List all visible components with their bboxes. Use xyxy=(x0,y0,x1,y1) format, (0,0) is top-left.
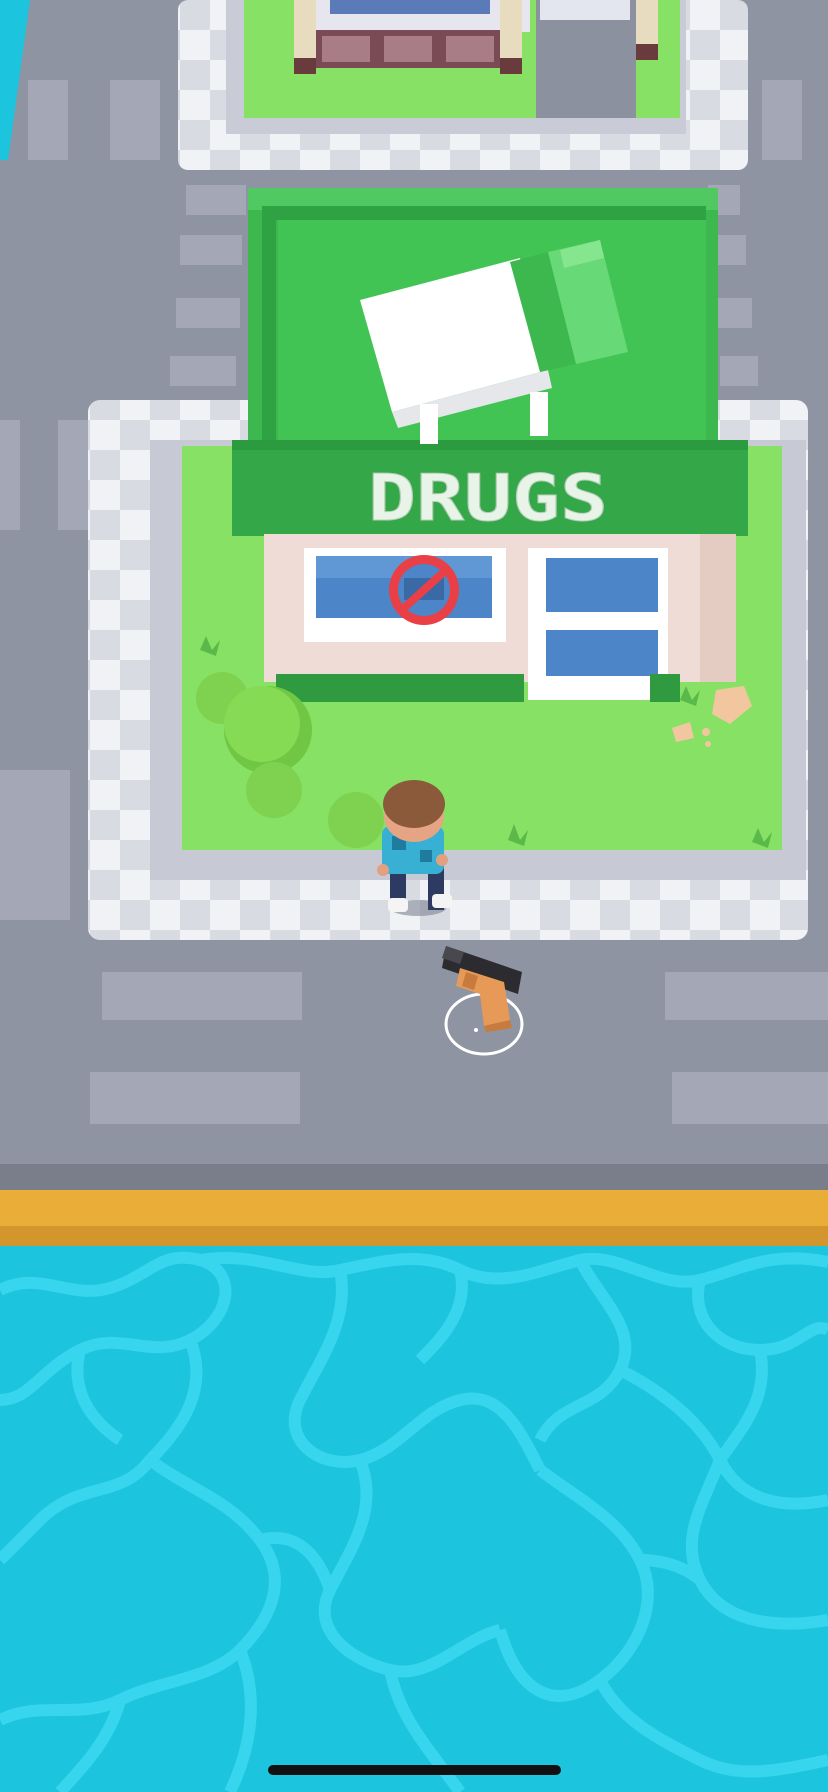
top-building-block xyxy=(178,0,748,170)
game-scene: DRUGS xyxy=(0,0,828,1792)
game-world: DRUGS xyxy=(0,0,828,1792)
road-edge xyxy=(0,1164,828,1190)
drug-shop-building: DRUGS xyxy=(232,188,748,702)
no-symbol-icon xyxy=(389,555,459,625)
shop-sign: DRUGS xyxy=(368,462,608,536)
home-indicator[interactable] xyxy=(268,1765,561,1775)
